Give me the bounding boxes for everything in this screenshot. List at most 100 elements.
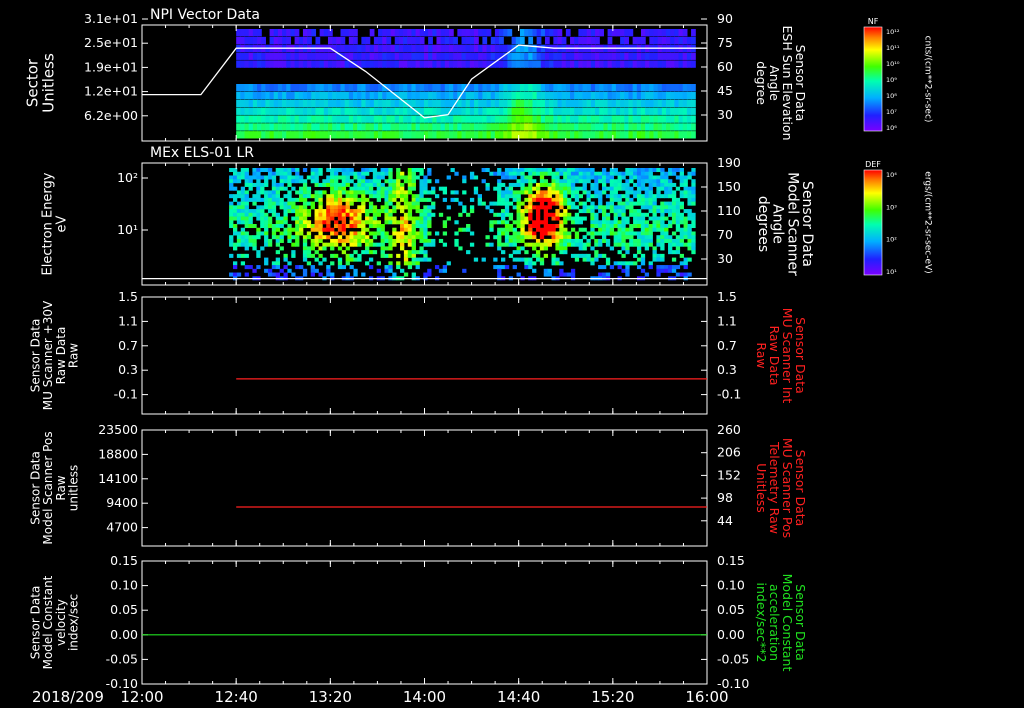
heatmap-cell xyxy=(532,253,537,258)
heatmap-cell xyxy=(668,238,673,243)
heatmap-cell xyxy=(396,253,401,258)
colorbar-tick-label: 10¹ xyxy=(886,268,897,276)
heatmap-cell xyxy=(376,179,381,184)
heatmap-cell xyxy=(679,242,684,247)
heatmap-cell xyxy=(261,107,266,115)
heatmap-cell xyxy=(574,60,579,68)
heatmap-cell xyxy=(394,99,400,108)
heatmap-cell xyxy=(415,261,420,266)
heatmap-cell xyxy=(353,84,358,92)
heatmap-cell xyxy=(691,84,696,92)
heatmap-cell xyxy=(392,197,397,202)
heatmap-cell xyxy=(318,220,323,225)
colorbar-tick-label: 10⁸ xyxy=(886,92,897,100)
heatmap-cell xyxy=(532,123,538,131)
heatmap-cell xyxy=(353,212,358,217)
heatmap-cell xyxy=(330,216,335,221)
heatmap-cell xyxy=(248,220,253,225)
heatmap-cell xyxy=(553,123,559,131)
heatmap-cell xyxy=(528,115,534,123)
heatmap-cell xyxy=(559,250,564,255)
heatmap-cell xyxy=(365,36,371,45)
heatmap-cell xyxy=(621,231,626,236)
heatmap-cell xyxy=(287,268,292,273)
heatmap-cell xyxy=(578,171,583,176)
heatmap-cell xyxy=(260,224,265,229)
heatmap-cell xyxy=(691,36,696,45)
heatmap-cell xyxy=(532,220,537,225)
heatmap-cell xyxy=(609,231,615,236)
heatmap-cell xyxy=(532,224,537,229)
heatmap-cell xyxy=(314,190,319,195)
y-tick-label: 1.9e+01 xyxy=(84,59,138,74)
heatmap-cell xyxy=(240,253,246,258)
heatmap-cell xyxy=(636,60,642,68)
heatmap-cell xyxy=(229,205,234,210)
heatmap-cell xyxy=(473,190,479,195)
heatmap-cell xyxy=(507,131,513,139)
heatmap-cell xyxy=(322,209,327,214)
heatmap-cell xyxy=(388,168,393,173)
heatmap-cell xyxy=(652,246,657,251)
heatmap-cell xyxy=(291,253,296,258)
heatmap-cell xyxy=(551,197,556,202)
heatmap-cell xyxy=(427,224,432,229)
heatmap-cell xyxy=(415,131,421,139)
heatmap-cell xyxy=(644,227,650,232)
heatmap-cell xyxy=(620,60,625,68)
heatmap-cell xyxy=(660,194,665,199)
heatmap-cell xyxy=(277,131,283,139)
heatmap-cell xyxy=(524,205,529,210)
heatmap-cell xyxy=(444,131,450,139)
heatmap-cell xyxy=(388,265,393,270)
heatmap-cell xyxy=(594,253,599,258)
heatmap-cell xyxy=(330,242,335,247)
heatmap-cell xyxy=(570,205,576,210)
heatmap-cell xyxy=(252,115,258,123)
heatmap-cell xyxy=(394,115,400,123)
heatmap-cell xyxy=(345,168,350,173)
heatmap-cell xyxy=(621,182,626,187)
heatmap-cell xyxy=(613,220,618,225)
heatmap-cell xyxy=(396,182,401,187)
heatmap-cell xyxy=(337,227,343,232)
heatmap-cell xyxy=(602,212,607,217)
heatmap-cell xyxy=(664,238,669,243)
heatmap-cell xyxy=(535,212,541,217)
heatmap-cell xyxy=(474,84,479,92)
heatmap-cell xyxy=(671,194,677,199)
heatmap-cell xyxy=(403,250,409,255)
heatmap-cell xyxy=(299,186,304,191)
heatmap-cell xyxy=(344,29,350,37)
heatmap-cell xyxy=(298,123,304,131)
heatmap-cell xyxy=(567,231,572,236)
heatmap-cell xyxy=(361,168,366,173)
heatmap-cell xyxy=(466,212,471,217)
heatmap-cell xyxy=(384,194,389,199)
panels-layer: NPI Vector Data3.1e+012.5e+011.9e+011.2e… xyxy=(24,7,815,691)
heatmap-cell xyxy=(551,227,556,232)
heatmap-cell xyxy=(444,84,450,92)
heatmap-cell xyxy=(436,36,442,45)
y-tick-label: 0.05 xyxy=(110,602,138,617)
heatmap-cell xyxy=(561,131,567,139)
heatmap-cell xyxy=(620,36,625,45)
heatmap-cell xyxy=(322,246,327,251)
heatmap-cell xyxy=(516,250,521,255)
heatmap-cell xyxy=(557,29,563,37)
heatmap-cell xyxy=(629,168,634,173)
heatmap-cell xyxy=(652,253,657,258)
heatmap-cell xyxy=(567,212,572,217)
heatmap-cell xyxy=(675,201,681,206)
heatmap-cell xyxy=(570,123,575,131)
heatmap-cell xyxy=(294,84,300,92)
heatmap-cell xyxy=(528,29,534,37)
heatmap-cell xyxy=(570,115,575,123)
heatmap-cell xyxy=(269,131,275,139)
heatmap-cell xyxy=(636,190,642,195)
heatmap-cell xyxy=(271,205,277,210)
heatmap-cell xyxy=(535,238,541,243)
heatmap-cell xyxy=(524,168,529,173)
heatmap-cell xyxy=(499,84,504,92)
heatmap-cell xyxy=(465,44,471,53)
